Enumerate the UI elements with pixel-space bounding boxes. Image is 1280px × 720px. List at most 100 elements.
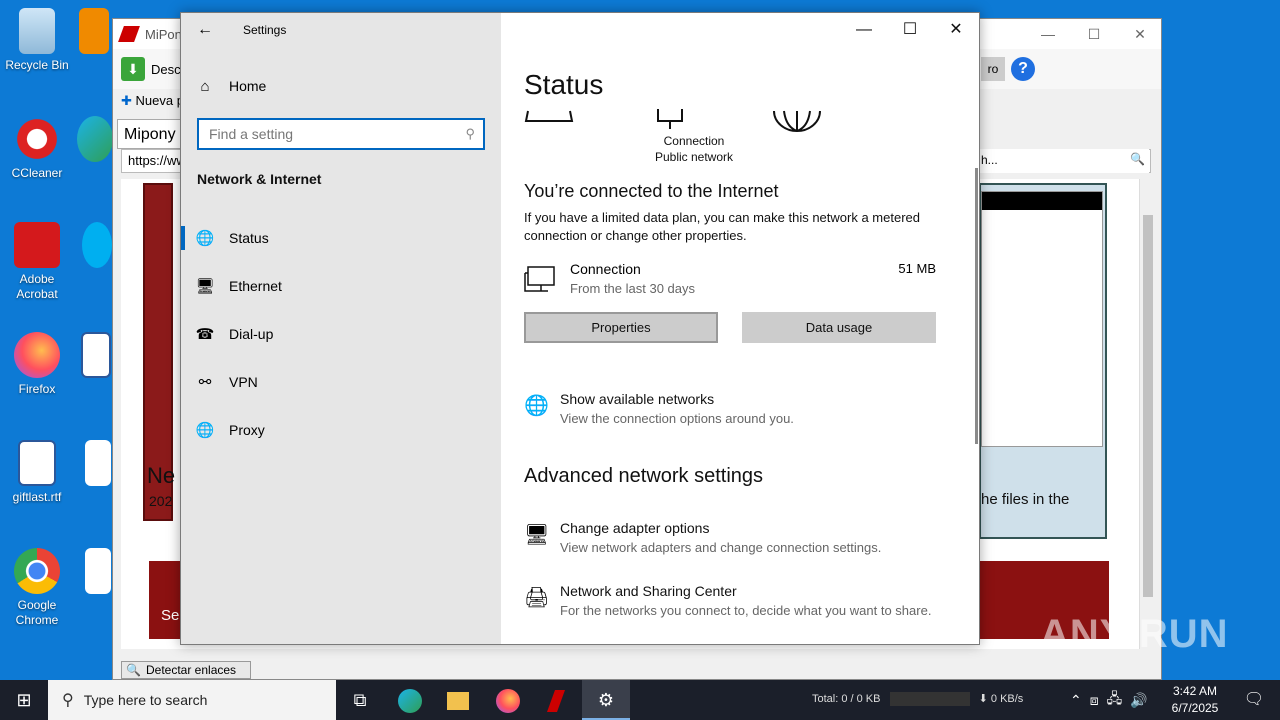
maximize-icon: ☐ [902, 21, 918, 38]
image-shortcut[interactable] [82, 440, 114, 490]
find-setting-input[interactable]: Find a setting ⚲ [197, 118, 485, 150]
back-arrow-icon: ← [197, 21, 213, 38]
mipony-close-button[interactable]: ✕ [1117, 19, 1163, 49]
vpn-icon: ⚯ [198, 374, 212, 391]
settings-window: ← Settings ⌂ Home Find a setting ⚲ Netwo… [180, 12, 980, 645]
word-doc-shortcut[interactable] [78, 332, 114, 382]
ccleaner-icon [14, 116, 60, 162]
nav-item-ethernet[interactable]: 🖥 Ethernet [181, 266, 501, 306]
network-icon[interactable]: 🖧 [1107, 688, 1123, 712]
folder-icon [447, 692, 469, 711]
back-button[interactable]: ← [181, 13, 229, 47]
taskbar-settings[interactable]: ⚙ [582, 680, 630, 720]
system-tray: ⌃ ⧈ 🖧 🔊 [1066, 680, 1152, 720]
mipony-search-field[interactable]: h... 🔍 [979, 149, 1149, 173]
edge-icon [77, 116, 113, 162]
volume-icon[interactable]: 🔊 [1130, 692, 1147, 709]
giftlast-shortcut[interactable]: giftlast.rtf [0, 440, 74, 505]
detect-links-button[interactable]: 🔍 Detectar enlaces [121, 661, 251, 679]
mipony-tray-stats: Total: 0 / 0 KB ⬇ 0 KB/s [812, 692, 1024, 707]
task-view-icon: ⧉ [353, 690, 367, 710]
shortcut-label: Google Chrome [15, 598, 59, 627]
vlc-shortcut[interactable] [74, 8, 114, 58]
nav-home-label: Home [229, 78, 267, 94]
magnifier-icon: 🔍 [126, 663, 141, 677]
recycle-bin-shortcut[interactable]: Recycle Bin [0, 8, 74, 73]
notifications-button[interactable]: 🗨 [1234, 680, 1274, 720]
usage-amount: 51 MB [898, 261, 936, 276]
taskbar-firefox[interactable] [484, 680, 532, 720]
preview-panel: he files in the [979, 183, 1107, 539]
mipony-icon [546, 690, 566, 713]
settings-main-pane: — ☐ ✕ Status Connection Public network Y… [501, 13, 979, 644]
tab-label: Mipony [124, 126, 176, 143]
adobe-acrobat-shortcut[interactable]: Adobe Acrobat [0, 222, 74, 302]
chevron-up-icon[interactable]: ⌃ [1070, 692, 1082, 709]
download-label[interactable]: Desc [151, 62, 181, 77]
mipony-scrollbar[interactable] [1139, 179, 1155, 649]
book-year: 202 [149, 493, 173, 509]
taskbar-edge[interactable] [386, 680, 434, 720]
banner-label: Se [161, 607, 180, 624]
firefox-shortcut[interactable]: Firefox [0, 332, 74, 397]
data-usage-button[interactable]: Data usage [742, 312, 936, 343]
data-usage-summary: Connection From the last 30 days 51 MB [524, 261, 936, 301]
start-button[interactable]: ⊞ [0, 680, 48, 720]
nav-item-label: Dial-up [229, 326, 274, 342]
change-adapter-options-link[interactable]: 🖥 Change adapter options View network ad… [524, 520, 964, 560]
new-download-link[interactable]: ✚ Nueva p [121, 93, 184, 109]
tray-app-icon[interactable]: ⧈ [1090, 692, 1099, 709]
ethernet-icon: 🖥 [195, 278, 215, 295]
taskbar-file-explorer[interactable] [434, 680, 482, 720]
help-button[interactable]: ? [1011, 57, 1035, 81]
nav-section-title: Network & Internet [197, 171, 322, 187]
close-icon: ✕ [949, 21, 963, 38]
properties-button[interactable]: Properties [524, 312, 718, 343]
home-icon: ⌂ [200, 77, 210, 95]
advanced-section-title: Advanced network settings [524, 465, 764, 487]
connection-label: Connection Public network [654, 134, 734, 164]
nav-item-label: Ethernet [229, 278, 282, 294]
window-title: Settings [243, 23, 287, 37]
minimize-button[interactable]: — [841, 13, 887, 47]
recycle-bin-icon [19, 8, 55, 54]
close-button[interactable]: ✕ [933, 13, 979, 47]
nav-item-proxy[interactable]: 🌐 Proxy [181, 410, 501, 450]
nav-item-status[interactable]: 🌐 Status [181, 218, 501, 258]
gear-icon: ⚙ [597, 690, 615, 710]
windows-icon: ⊞ [16, 690, 32, 710]
clock[interactable]: 3:42 AM 6/7/2025 [1164, 683, 1226, 717]
mipony-logo-icon [118, 26, 140, 42]
taskbar-search[interactable]: ⚲ Type here to search [48, 680, 336, 720]
globe-icon: 🌐 [524, 395, 549, 417]
show-networks-link[interactable]: 🌐 Show available networks View the conne… [524, 391, 964, 431]
book-cover: Ne 202 [143, 183, 175, 521]
pro-button[interactable]: ro [981, 57, 1005, 81]
nav-item-label: Proxy [229, 422, 265, 438]
connected-title: You’re connected to the Internet [524, 181, 779, 201]
usage-period: From the last 30 days [570, 281, 695, 296]
shortcut-label: Firefox [18, 382, 56, 396]
globe-icon: 🌐 [195, 230, 215, 247]
skype-shortcut[interactable] [80, 222, 114, 272]
download-icon[interactable]: ⬇ [121, 57, 145, 81]
sharing-center-link[interactable]: 🖨 Network and Sharing Center For the net… [524, 583, 964, 623]
main-scrollbar[interactable] [975, 168, 978, 444]
taskbar-mipony[interactable] [532, 680, 580, 720]
chrome-shortcut[interactable]: Google Chrome [0, 548, 74, 628]
proxy-icon: 🌐 [195, 422, 215, 439]
maximize-button[interactable]: ☐ [887, 13, 933, 47]
firefox-icon [14, 332, 60, 378]
mipony-maximize-button[interactable]: ☐ [1071, 19, 1117, 49]
ccleaner-shortcut[interactable]: CCleaner [0, 116, 74, 181]
image-shortcut-2[interactable] [82, 548, 114, 598]
edge-icon [398, 689, 422, 714]
nav-item-vpn[interactable]: ⚯ VPN [181, 362, 501, 402]
image-file-icon [85, 440, 111, 486]
task-view-button[interactable]: ⧉ [336, 680, 384, 720]
edge-shortcut[interactable] [76, 116, 114, 166]
nav-home[interactable]: ⌂ Home [181, 66, 501, 106]
mipony-minimize-button[interactable]: — [1025, 19, 1071, 49]
nav-item-dialup[interactable]: ☎ Dial-up [181, 314, 501, 354]
nav-item-label: VPN [229, 374, 258, 390]
